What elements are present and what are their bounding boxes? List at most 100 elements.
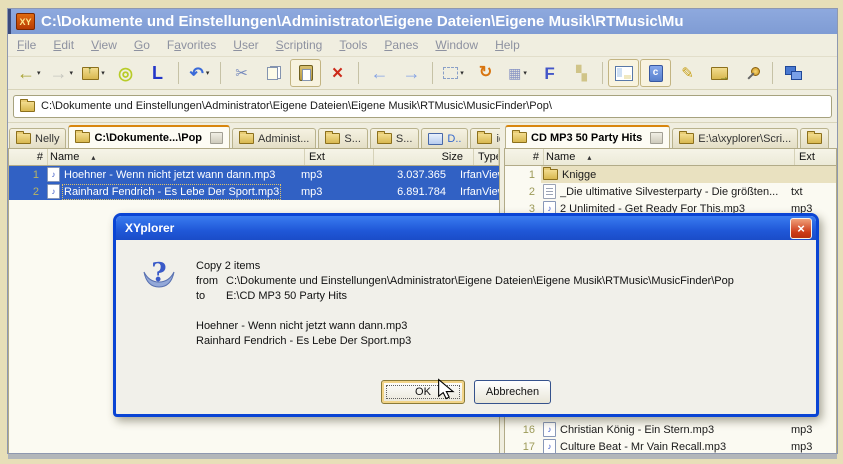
file-name: ♪ Culture Beat - Mr Vain Recall.mp3 xyxy=(541,438,787,453)
delete-button[interactable]: × xyxy=(322,59,353,87)
file-name: ♪ Rainhard Fendrich - Es Lebe Der Sport.m… xyxy=(45,183,297,200)
pin-button[interactable] xyxy=(736,59,767,87)
go-left-button[interactable]: ← xyxy=(364,59,395,87)
up-button[interactable]: ▾ xyxy=(78,59,109,87)
title-bar[interactable]: XY C:\Dokumente und Einstellungen\Admini… xyxy=(8,9,837,34)
goto-folder-icon xyxy=(711,66,729,83)
filter-f-icon: F xyxy=(544,63,555,83)
left-tab-2[interactable]: Administ... xyxy=(232,128,317,148)
cancel-button[interactable]: Abbrechen xyxy=(474,380,551,404)
folder-icon xyxy=(16,131,31,144)
dropdown-caret-icon: ▾ xyxy=(37,70,41,77)
dialog-message: Copy 2 items xyxy=(196,260,261,272)
xyplorer-logo-icon: XY xyxy=(16,13,35,30)
left-tab-0[interactable]: Nelly xyxy=(9,128,67,148)
file-ext: txt xyxy=(791,185,803,198)
panes-icon xyxy=(614,65,633,81)
column-header-num[interactable]: # xyxy=(505,149,544,165)
left-tab-6[interactable]: ico xyxy=(470,128,500,148)
left-file-list: 1 ♪ Hoehner - Wenn nicht jetzt wann dann.m… xyxy=(9,166,499,200)
copy-button[interactable] xyxy=(258,59,289,87)
views-button[interactable]: ▦ ▾ xyxy=(502,59,533,87)
file-row[interactable]: 1 ♪ Hoehner - Wenn nicht jetzt wann dann.m… xyxy=(9,166,499,183)
svg-text:?: ? xyxy=(151,259,166,288)
right-tab-bar: CD MP3 50 Party Hits E:\a\xyplorer\Scri..… xyxy=(504,123,837,148)
right-tab-1[interactable]: E:\a\xyplorer\Scri... xyxy=(672,128,799,148)
left-tab-1[interactable]: C:\Dokumente...\Pop xyxy=(68,125,231,148)
forward-button[interactable]: → ▾ xyxy=(46,59,78,87)
sync-button[interactable]: ↻ xyxy=(470,59,501,87)
path-value: C:\Dokumente und Einstellungen\Administr… xyxy=(226,275,734,287)
desktop-icon xyxy=(428,132,444,145)
left-tab-bar: Nelly C:\Dokumente...\Pop Administ... S... S… xyxy=(8,123,500,148)
location-l-button[interactable]: L xyxy=(142,59,173,87)
panes-button[interactable] xyxy=(608,59,640,87)
back-button[interactable]: ← ▾ xyxy=(13,59,45,87)
column-header-label: # xyxy=(36,151,43,163)
menu-favorites[interactable]: Favorites xyxy=(167,38,216,52)
filter-f-button[interactable]: F xyxy=(534,59,565,87)
column-header-label: Type xyxy=(478,151,498,163)
column-header-size[interactable]: Size xyxy=(374,149,474,165)
column-header-name[interactable]: Name ▴ xyxy=(48,149,305,165)
left-tab-5[interactable]: D.. xyxy=(421,128,469,148)
file-row[interactable]: 1 Knigge xyxy=(505,166,836,183)
row-number: 16 xyxy=(522,423,535,436)
column-header-ext[interactable]: Ext xyxy=(305,149,374,165)
file-row[interactable]: 17 ♪ Culture Beat - Mr Vain Recall.mp3 mp3 xyxy=(505,438,836,453)
go-right-button[interactable]: → xyxy=(396,59,427,87)
column-header-type[interactable]: Type xyxy=(474,149,499,165)
right-tab-2[interactable] xyxy=(800,128,830,148)
file-row[interactable]: 16 ♪ Christian König - Ein Stern.mp3 mp3 xyxy=(505,421,836,438)
checker-button[interactable]: ▚ xyxy=(566,59,597,87)
row-number: 2 xyxy=(32,185,39,198)
menu-window[interactable]: Window xyxy=(435,38,478,52)
pin-icon xyxy=(745,66,760,80)
menu-go[interactable]: Go xyxy=(134,38,150,52)
network-button[interactable] xyxy=(778,59,809,87)
file-type: IrfanView M... xyxy=(460,168,499,181)
tab-label: CD MP3 50 Party Hits xyxy=(531,131,643,144)
row-number: 1 xyxy=(32,168,39,181)
file-row[interactable]: 2 ♪ Rainhard Fendrich - Es Lebe Der Sport.… xyxy=(9,183,499,200)
menu-scripting[interactable]: Scripting xyxy=(276,38,323,52)
dialog-title: XYplorer xyxy=(125,221,175,235)
menu-view[interactable]: View xyxy=(91,38,117,52)
menu-panes[interactable]: Panes xyxy=(384,38,418,52)
undo-button[interactable]: ↶ ▾ xyxy=(184,59,215,87)
left-tab-4[interactable]: S... xyxy=(369,128,420,148)
dialog-title-bar[interactable]: XYplorer × xyxy=(116,216,816,240)
menu-tools[interactable]: Tools xyxy=(339,38,367,52)
left-tab-3[interactable]: S... xyxy=(318,128,368,148)
location-l-icon: L xyxy=(152,63,164,83)
column-header-label: Name xyxy=(546,151,576,163)
hotlist-button[interactable]: ◎ xyxy=(110,59,141,87)
catalog-button[interactable] xyxy=(640,59,672,87)
dialog-file-list: Hoehner - Wenn nicht jetzt wann dann.mp3… xyxy=(196,319,734,349)
edit-button[interactable]: ✎ xyxy=(672,59,703,87)
folder-icon xyxy=(325,131,341,144)
right-tab-0[interactable]: CD MP3 50 Party Hits xyxy=(505,125,671,148)
catalog-icon xyxy=(648,64,663,82)
column-header-num[interactable]: # xyxy=(9,149,48,165)
checker-icon: ▚ xyxy=(576,65,587,81)
paste-button[interactable] xyxy=(290,59,322,87)
select-button[interactable]: ▾ xyxy=(438,59,469,87)
folder-icon xyxy=(807,131,823,144)
goto-folder-button[interactable] xyxy=(704,59,735,87)
address-input[interactable]: C:\Dokumente und Einstellungen\Administr… xyxy=(13,94,832,118)
column-header-name[interactable]: Name ▴ xyxy=(544,149,795,165)
menu-user[interactable]: User xyxy=(233,38,258,52)
menu-help[interactable]: Help xyxy=(495,38,520,52)
column-header-label: Ext xyxy=(309,151,325,163)
menu-file[interactable]: File xyxy=(17,38,36,52)
file-type: IrfanView M... xyxy=(460,185,499,198)
dialog-close-button[interactable]: × xyxy=(790,217,812,239)
file-name-text: _Die ultimative Silvesterparty - Die grö… xyxy=(560,185,779,198)
column-header-ext[interactable]: Ext xyxy=(795,149,836,165)
column-header-label: Name xyxy=(50,151,80,163)
menu-edit[interactable]: Edit xyxy=(53,38,74,52)
mp3-file-icon: ♪ xyxy=(47,167,60,182)
file-row[interactable]: 2 _Die ultimative Silvesterparty - Die gr… xyxy=(505,183,836,200)
cut-button[interactable]: ✂ xyxy=(226,59,257,87)
